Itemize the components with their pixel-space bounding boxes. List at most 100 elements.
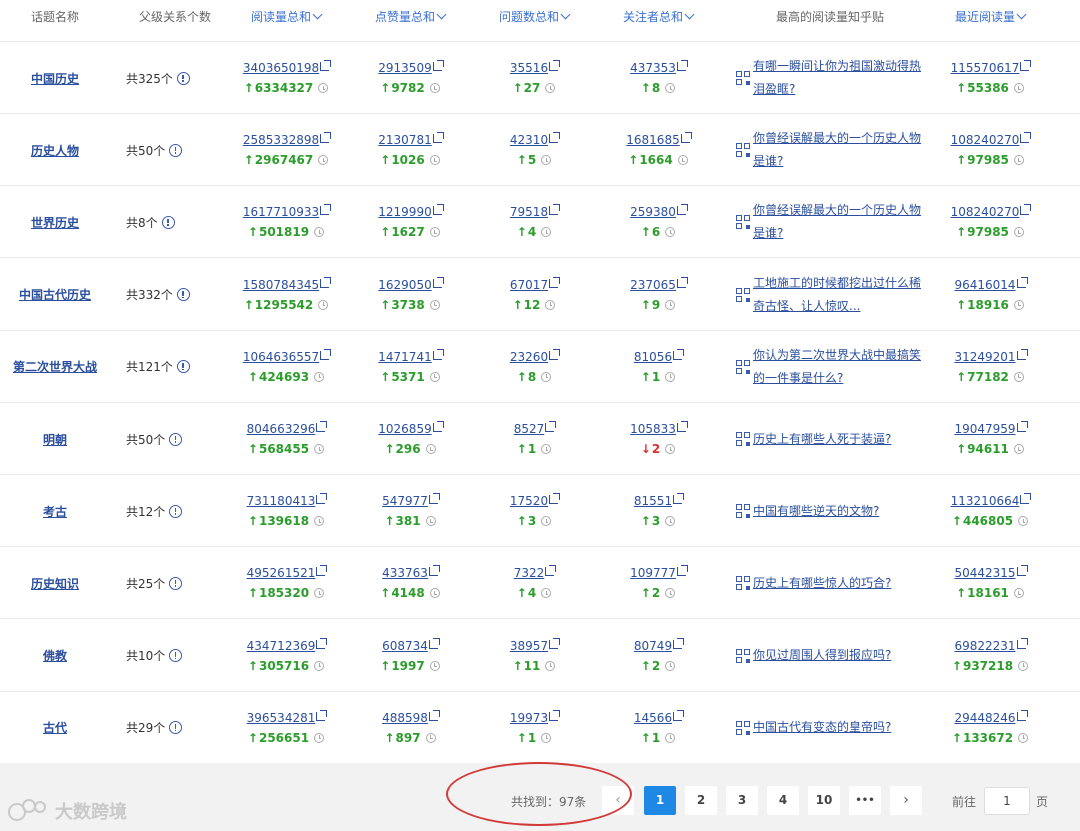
clock-icon[interactable] — [314, 444, 325, 454]
clock-icon[interactable] — [1013, 588, 1024, 599]
clock-icon[interactable] — [1013, 83, 1024, 93]
clock-icon[interactable] — [425, 444, 436, 454]
page-button-4[interactable]: 4 — [767, 786, 799, 815]
clock-icon[interactable] — [545, 299, 556, 310]
clock-icon[interactable] — [541, 516, 552, 527]
clock-icon[interactable] — [425, 516, 436, 527]
clock-icon[interactable] — [541, 371, 552, 382]
qr-code-icon[interactable] — [736, 720, 750, 735]
reads-value-link[interactable]: 495261521 — [247, 565, 328, 580]
likes-value-link[interactable]: 2130781 — [378, 132, 444, 147]
likes-value-link[interactable]: 2913509 — [378, 60, 444, 75]
recent-value-link[interactable]: 29448246 — [954, 709, 1028, 725]
clock-icon[interactable] — [665, 227, 676, 238]
reads-value-link[interactable]: 396534281 — [247, 709, 328, 725]
clock-icon[interactable] — [314, 227, 325, 238]
top-post-link[interactable]: 你曾经误解最大的一个历史人物是谁? — [753, 127, 923, 173]
topic-link[interactable]: 历史知识 — [31, 575, 79, 592]
questions-value-link[interactable]: 23260 — [510, 348, 561, 364]
topic-link[interactable]: 世界历史 — [31, 214, 79, 231]
questions-value-link[interactable]: 79518 — [510, 204, 561, 219]
clock-icon[interactable] — [665, 660, 676, 671]
qr-code-icon[interactable] — [736, 215, 750, 230]
clock-icon[interactable] — [429, 299, 440, 310]
goto-page-input[interactable] — [984, 787, 1030, 815]
clock-icon[interactable] — [318, 155, 329, 166]
followers-value-link[interactable]: 1681685 — [626, 132, 692, 147]
clock-icon[interactable] — [665, 299, 676, 310]
more-pages-button[interactable]: ••• — [849, 786, 881, 815]
clock-icon[interactable] — [545, 660, 556, 671]
clock-icon[interactable] — [665, 444, 676, 454]
topic-link[interactable]: 明朝 — [43, 431, 67, 448]
sort-recent-button[interactable]: 最近阅读量 — [940, 0, 1040, 42]
sort-questions-button[interactable]: 问题数总和 — [484, 0, 584, 42]
likes-value-link[interactable]: 1026859 — [378, 421, 444, 436]
clock-icon[interactable] — [314, 660, 325, 671]
clock-icon[interactable] — [318, 299, 329, 310]
qr-code-icon[interactable] — [736, 143, 750, 158]
reads-value-link[interactable]: 3403650198 — [243, 60, 332, 75]
likes-value-link[interactable]: 608734 — [382, 637, 440, 653]
questions-value-link[interactable]: 7322 — [514, 565, 557, 580]
info-icon[interactable] — [169, 721, 183, 735]
clock-icon[interactable] — [1018, 660, 1029, 671]
next-page-button[interactable]: › — [890, 786, 922, 815]
recent-value-link[interactable]: 31249201 — [954, 348, 1028, 364]
top-post-link[interactable]: 你曾经误解最大的一个历史人物是谁? — [753, 199, 923, 245]
questions-value-link[interactable]: 42310 — [510, 132, 561, 147]
questions-value-link[interactable]: 19973 — [510, 709, 561, 725]
clock-icon[interactable] — [665, 588, 676, 599]
questions-value-link[interactable]: 67017 — [510, 276, 561, 292]
questions-value-link[interactable]: 17520 — [510, 493, 561, 508]
info-icon[interactable] — [176, 360, 190, 374]
qr-code-icon[interactable] — [736, 648, 750, 663]
clock-icon[interactable] — [425, 732, 436, 743]
reads-value-link[interactable]: 1064636557 — [243, 348, 332, 364]
top-post-link[interactable]: 工地施工的时候都挖出过什么稀奇古怪、让人惊叹... — [753, 272, 923, 318]
page-button-10[interactable]: 10 — [808, 786, 840, 815]
sort-likes-button[interactable]: 点赞量总和 — [360, 0, 460, 42]
page-button-1[interactable]: 1 — [644, 786, 676, 815]
top-post-link[interactable]: 历史上有哪些惊人的巧合? — [753, 572, 923, 595]
top-post-link[interactable]: 历史上有哪些人死于装逼? — [753, 428, 923, 451]
clock-icon[interactable] — [429, 588, 440, 599]
clock-icon[interactable] — [1013, 299, 1024, 310]
recent-value-link[interactable]: 113210664 — [951, 493, 1032, 508]
clock-icon[interactable] — [314, 732, 325, 743]
questions-value-link[interactable]: 8527 — [514, 421, 557, 436]
info-icon[interactable] — [169, 432, 183, 446]
topic-link[interactable]: 古代 — [43, 719, 67, 736]
top-post-link[interactable]: 你认为第二次世界大战中最搞笑的一件事是什么? — [753, 344, 923, 390]
info-icon[interactable] — [176, 288, 190, 302]
followers-value-link[interactable]: 81056 — [634, 348, 685, 364]
top-post-link[interactable]: 中国有哪些逆天的文物? — [753, 500, 923, 523]
qr-code-icon[interactable] — [736, 287, 750, 302]
sort-followers-button[interactable]: 关注者总和 — [608, 0, 708, 42]
page-button-3[interactable]: 3 — [726, 786, 758, 815]
reads-value-link[interactable]: 2585332898 — [243, 132, 332, 147]
clock-icon[interactable] — [314, 588, 325, 599]
recent-value-link[interactable]: 69822231 — [954, 637, 1028, 653]
clock-icon[interactable] — [541, 588, 552, 599]
clock-icon[interactable] — [429, 227, 440, 238]
likes-value-link[interactable]: 547977 — [382, 493, 440, 508]
clock-icon[interactable] — [314, 371, 325, 382]
clock-icon[interactable] — [429, 155, 440, 166]
reads-value-link[interactable]: 1617710933 — [243, 204, 332, 219]
followers-value-link[interactable]: 437353 — [630, 60, 688, 75]
likes-value-link[interactable]: 1471741 — [378, 348, 444, 364]
clock-icon[interactable] — [314, 516, 325, 527]
likes-value-link[interactable]: 433763 — [382, 565, 440, 580]
clock-icon[interactable] — [1013, 444, 1024, 454]
clock-icon[interactable] — [665, 516, 676, 527]
topic-link[interactable]: 佛教 — [43, 647, 67, 664]
clock-icon[interactable] — [1018, 516, 1029, 527]
topic-link[interactable]: 第二次世界大战 — [13, 358, 97, 375]
followers-value-link[interactable]: 259380 — [630, 204, 688, 219]
followers-value-link[interactable]: 14566 — [634, 709, 685, 725]
likes-value-link[interactable]: 1629050 — [378, 276, 444, 292]
clock-icon[interactable] — [665, 83, 676, 93]
recent-value-link[interactable]: 108240270 — [951, 204, 1032, 219]
qr-code-icon[interactable] — [736, 359, 750, 374]
